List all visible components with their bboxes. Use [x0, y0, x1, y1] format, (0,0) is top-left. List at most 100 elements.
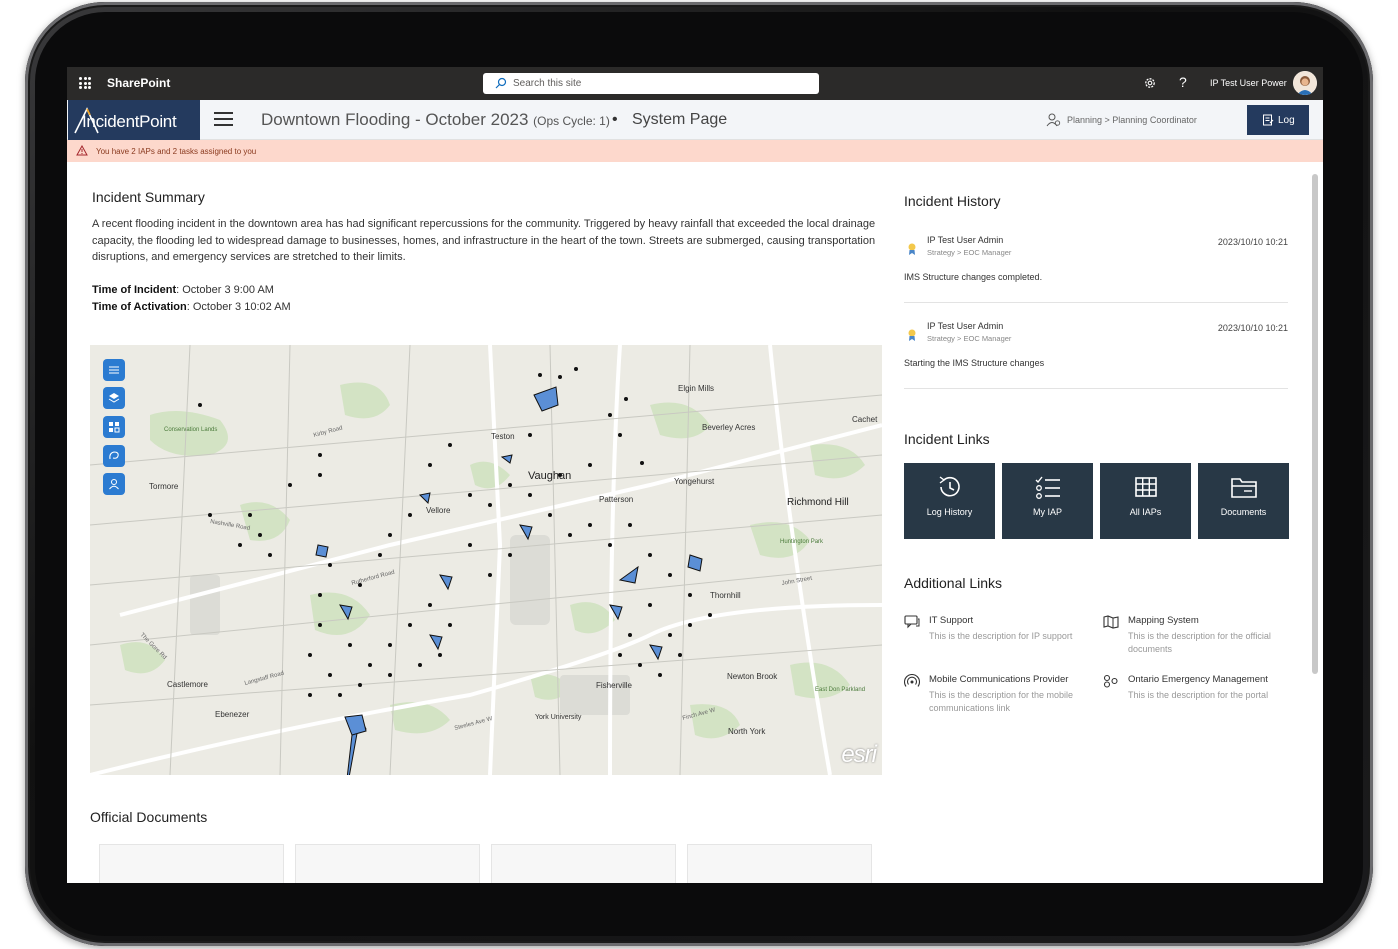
document-card[interactable]: [687, 844, 872, 883]
folder-icon: [1231, 478, 1257, 498]
document-card[interactable]: [491, 844, 676, 883]
divider: [904, 388, 1288, 389]
label-rutherford-road: Rutherford Road: [351, 570, 395, 587]
tile-log-history[interactable]: Log History: [904, 463, 995, 539]
basemap-gallery-icon: [109, 422, 120, 433]
map-layers-button[interactable]: [103, 387, 125, 409]
page-name: System Page: [632, 111, 728, 128]
history-message: IMS Structure changes completed.: [904, 272, 1043, 282]
incidentpoint-logo[interactable]: IncidentPoint: [68, 100, 200, 140]
link-title[interactable]: Mapping System: [1128, 615, 1199, 626]
tile-my-iap[interactable]: My IAP: [1002, 463, 1093, 539]
notification-bar: You have 2 IAPs and 2 tasks assigned to …: [67, 140, 1323, 162]
person-icon: [109, 479, 119, 490]
incident-name: Downtown Flooding - October 2023: [261, 110, 529, 129]
label-tormore: Tormore: [149, 482, 179, 491]
map-icon: [1103, 615, 1119, 629]
scrollbar-thumb[interactable]: [1312, 174, 1318, 674]
grid-icon: [1135, 477, 1157, 497]
help-icon[interactable]: ?: [1179, 74, 1187, 90]
ops-cycle: (Ops Cycle: 1): [533, 114, 610, 128]
suite-bar: SharePoint ? IP Test User Power: [67, 67, 1323, 100]
screen: SharePoint ? IP Test User Power Incident…: [67, 67, 1323, 883]
history-role: Strategy > EOC Manager: [927, 248, 1012, 257]
label-conservation-lands: Conservation Lands: [164, 427, 217, 433]
label-steeles-ave-w: Steeles Ave W: [454, 716, 493, 732]
gear-icon[interactable]: [1143, 76, 1157, 90]
badge-icon: [908, 243, 916, 255]
label-newton-brook: Newton Brook: [727, 672, 778, 681]
time-of-incident-value: : October 3 9:00 AM: [176, 284, 274, 296]
time-of-incident: Time of Incident: October 3 9:00 AM: [92, 284, 274, 296]
link-title[interactable]: Mobile Communications Provider: [929, 674, 1068, 685]
label-nashville-road: Nashville Road: [210, 519, 251, 532]
history-time: 2023/10/10 10:21: [1217, 323, 1288, 333]
broadcast-icon: [904, 674, 920, 687]
esri-logo: esri: [841, 741, 877, 768]
tile-label: Log History: [926, 507, 973, 517]
incident-links-heading: Incident Links: [904, 431, 990, 447]
menu-icon[interactable]: [214, 112, 233, 127]
log-button[interactable]: Log: [1247, 105, 1309, 135]
app-launcher-icon[interactable]: [79, 77, 91, 89]
user-role-icon: [1046, 113, 1061, 127]
time-of-activation-label: Time of Activation: [92, 301, 187, 313]
map-basemap-button[interactable]: [103, 416, 125, 438]
notification-text[interactable]: You have 2 IAPs and 2 tasks assigned to …: [96, 147, 256, 156]
tile-all-iaps[interactable]: All IAPs: [1100, 463, 1191, 539]
incident-summary-text: A recent flooding incident in the downto…: [92, 218, 876, 263]
link-description: This is the description for the mobile c…: [929, 690, 1074, 713]
time-of-incident-label: Time of Incident: [92, 284, 177, 296]
document-card[interactable]: [99, 844, 284, 883]
tile-label: Documents: [1220, 507, 1267, 517]
link-description: This is the description for the official…: [1128, 631, 1271, 654]
checklist-icon: [1035, 476, 1060, 499]
incident-map[interactable]: Elgin Mills Cachet Beverley Acres Teston…: [90, 345, 882, 775]
map-canvas[interactable]: Elgin Mills Cachet Beverley Acres Teston…: [90, 345, 882, 775]
sharepoint-label[interactable]: SharePoint: [107, 76, 170, 90]
badge-icon: [908, 329, 916, 341]
label-huntington-park: Huntington Park: [780, 539, 824, 545]
link-title[interactable]: IT Support: [929, 615, 973, 626]
label-cachet: Cachet: [852, 415, 878, 424]
layers-icon: [108, 393, 120, 403]
avatar[interactable]: [1293, 71, 1317, 95]
user-name[interactable]: IP Test User Power: [1210, 78, 1287, 88]
document-card[interactable]: [295, 844, 480, 883]
page-scrollbar[interactable]: [1311, 164, 1319, 880]
label-langstaff-road: Langstaff Road: [244, 671, 285, 687]
label-kirby-road: Kirby Road: [313, 425, 343, 438]
label-ebenezer: Ebenezer: [215, 710, 250, 719]
tile-documents[interactable]: Documents: [1198, 463, 1289, 539]
map-user-button[interactable]: [103, 473, 125, 495]
label-elgin-mills: Elgin Mills: [678, 384, 714, 393]
time-of-activation: Time of Activation: October 3 10:02 AM: [92, 301, 291, 313]
label-north-york: North York: [728, 727, 766, 736]
site-search[interactable]: [483, 73, 819, 94]
label-fisherville: Fisherville: [596, 681, 633, 690]
map-sketch-button[interactable]: [103, 445, 125, 467]
label-york-university: York University: [535, 714, 582, 721]
role-breadcrumb[interactable]: Planning > Planning Coordinator: [1067, 115, 1197, 125]
label-yongehurst: Yongehurst: [674, 477, 715, 486]
search-input[interactable]: [513, 73, 803, 94]
official-documents-heading: Official Documents: [90, 809, 208, 825]
log-icon: [1263, 114, 1274, 126]
log-button-label: Log: [1278, 115, 1295, 126]
map-legend-button[interactable]: [103, 359, 125, 381]
search-icon: [495, 77, 507, 89]
link-description: This is the description for IP support: [929, 631, 1073, 641]
label-thornhill: Thornhill: [710, 591, 741, 600]
label-teston: Teston: [491, 432, 515, 441]
link-title[interactable]: Ontario Emergency Management: [1128, 674, 1268, 685]
incident-title: Downtown Flooding - October 2023 (Ops Cy…: [261, 110, 610, 130]
label-east-don-parkland: East Don Parkland: [815, 687, 865, 693]
history-icon: [939, 476, 960, 497]
incident-history-heading: Incident History: [904, 193, 1001, 209]
time-of-activation-value: : October 3 10:02 AM: [186, 301, 291, 313]
divider: [904, 302, 1288, 303]
link-description: This is the description for the portal: [1128, 690, 1269, 700]
app-header: IncidentPoint Downtown Flooding - Octobe…: [67, 100, 1323, 140]
label-vellore: Vellore: [426, 506, 451, 515]
label-beverley-acres: Beverley Acres: [702, 423, 755, 432]
